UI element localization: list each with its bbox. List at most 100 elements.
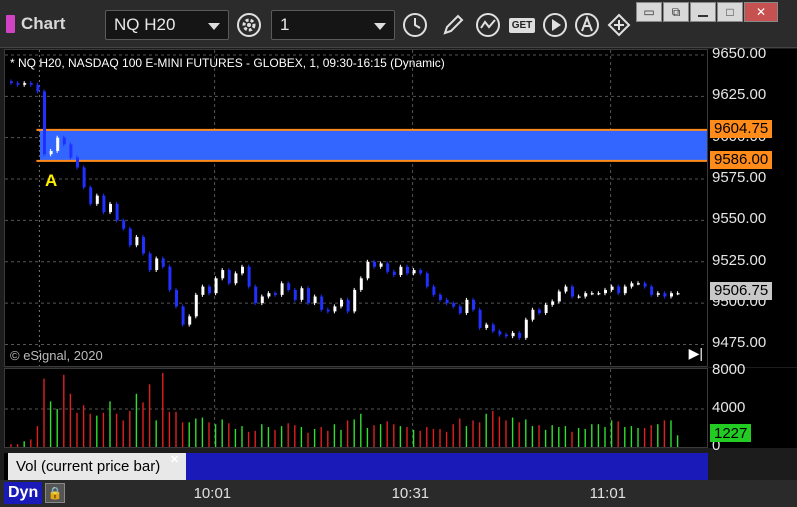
time-axis[interactable]: Dyn 🔒 10:01 10:31 11:01: [0, 480, 797, 507]
candle: [571, 286, 574, 297]
candle: [604, 289, 607, 294]
candle: [617, 286, 621, 294]
candle: [267, 293, 271, 297]
candle: [128, 228, 132, 246]
chart-title: * NQ H20, NASDAQ 100 E-MINI FUTURES - GL…: [10, 56, 445, 70]
cursor-icon[interactable]: [572, 10, 602, 40]
candle: [181, 306, 185, 325]
dynamic-mode-button[interactable]: Dyn: [4, 482, 43, 504]
candle: [643, 283, 647, 287]
candle: [227, 270, 231, 284]
candle: [630, 283, 634, 287]
candle: [379, 263, 383, 267]
candle: [610, 286, 614, 290]
play-icon[interactable]: [540, 10, 570, 40]
candle: [23, 83, 27, 85]
price-chart-svg: [5, 50, 707, 366]
candle: [656, 293, 660, 295]
get-icon[interactable]: GET: [505, 10, 539, 40]
maximize-icon: □: [726, 5, 734, 19]
volume-axis[interactable]: 8000 4000 0 1227: [708, 361, 797, 454]
candle: [663, 293, 667, 297]
candle: [307, 288, 310, 304]
chevron-down-icon[interactable]: [208, 23, 220, 30]
candle: [115, 203, 119, 221]
candle: [412, 270, 416, 274]
candle: [505, 334, 508, 337]
line-study-icon[interactable]: [473, 10, 503, 40]
candle: [234, 273, 238, 284]
window-title: Chart: [6, 12, 65, 36]
interval-field[interactable]: 1: [271, 10, 395, 40]
candle: [478, 309, 482, 328]
price-tick-label: 9650.00: [712, 44, 767, 62]
price-tick-label: 9575.00: [712, 169, 767, 187]
candle: [208, 286, 211, 294]
candle: [544, 304, 548, 314]
candle: [419, 270, 423, 274]
candle: [16, 83, 20, 85]
candle: [201, 286, 205, 295]
candle: [524, 319, 528, 338]
restore-button[interactable]: ▭: [636, 2, 662, 22]
candle: [254, 286, 258, 304]
detach-button[interactable]: ⧉: [663, 2, 689, 22]
candle: [399, 266, 403, 276]
candle: [511, 332, 515, 337]
candle: [557, 291, 561, 302]
chart-window: Chart NQ H20 1 GET ▭ ⧉ □ ✕ * NQ H20, NAS…: [0, 0, 797, 507]
candle: [597, 293, 601, 295]
candle: [432, 286, 436, 295]
lock-icon[interactable]: 🔒: [45, 483, 65, 503]
candle: [36, 84, 40, 92]
candle: [564, 286, 568, 292]
candle: [313, 296, 317, 304]
candle: [62, 137, 66, 145]
chevron-down-icon[interactable]: [374, 23, 386, 30]
candle: [148, 253, 152, 271]
volume-legend-label: Vol (current price bar): [16, 458, 161, 475]
candle: [155, 258, 159, 271]
volume-tick-label: 8000: [712, 361, 746, 378]
legend-bar: [186, 453, 708, 480]
candle: [82, 167, 86, 188]
scroll-to-end-icon[interactable]: ▶|: [689, 345, 703, 362]
candle: [293, 289, 297, 300]
candle: [353, 289, 357, 312]
candle: [188, 316, 192, 325]
volume-legend[interactable]: Vol (current price bar): [8, 453, 186, 480]
candle: [194, 294, 198, 317]
candle: [577, 296, 581, 298]
detach-icon: ⧉: [671, 4, 681, 19]
candle: [122, 220, 126, 229]
candle: [346, 299, 350, 312]
price-tick-label: 9625.00: [712, 86, 767, 104]
maximize-button[interactable]: □: [717, 2, 743, 22]
price-tick-label: 9550.00: [712, 210, 767, 228]
candle: [584, 293, 588, 297]
interval-value: 1: [280, 15, 290, 34]
clock-icon[interactable]: [400, 10, 430, 40]
annotation-marker[interactable]: A: [45, 171, 57, 191]
candle: [623, 286, 627, 294]
candle: [320, 296, 324, 310]
symbol-field[interactable]: NQ H20: [105, 10, 229, 40]
pencil-icon[interactable]: [438, 10, 468, 40]
minimize-button[interactable]: [690, 2, 716, 22]
candle: [650, 286, 654, 295]
candle: [300, 288, 304, 300]
candle: [392, 271, 396, 276]
candle: [538, 309, 541, 314]
candle: [43, 91, 46, 155]
close-study-icon[interactable]: ✕: [170, 453, 179, 466]
gear-icon[interactable]: [234, 10, 264, 40]
candle: [102, 195, 106, 213]
pan-icon[interactable]: [604, 10, 634, 40]
close-button[interactable]: ✕: [744, 2, 778, 22]
price-axis[interactable]: 9650.009625.009600.009575.009550.009525.…: [708, 45, 797, 367]
candle: [221, 270, 225, 279]
candle: [458, 306, 462, 314]
price-plot[interactable]: * NQ H20, NASDAQ 100 E-MINI FUTURES - GL…: [4, 49, 708, 367]
window-color-marker: [6, 15, 15, 33]
volume-plot[interactable]: [4, 368, 708, 448]
